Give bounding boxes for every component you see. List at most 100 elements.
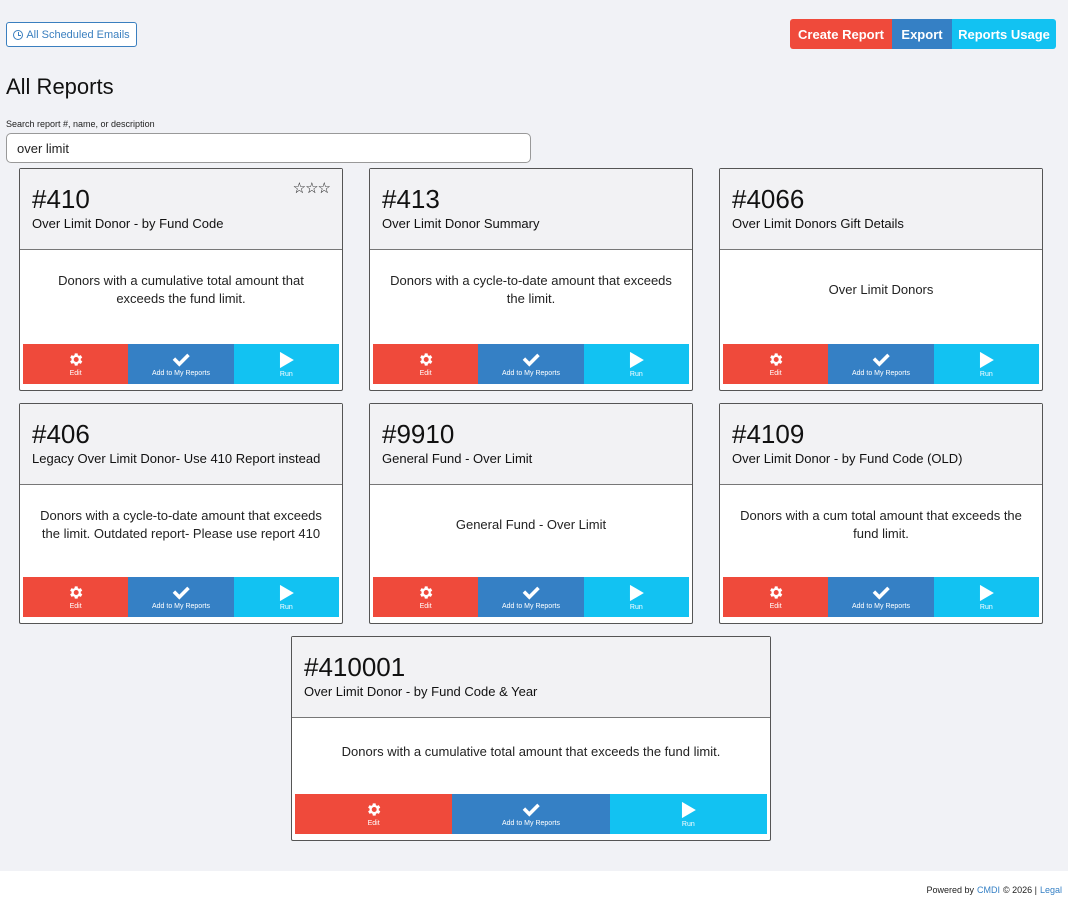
favorite-stars-icon[interactable]: ☆☆☆	[293, 179, 331, 197]
report-actions: Edit Add to My Reports Run	[723, 344, 1039, 384]
report-card-header: #406 Legacy Over Limit Donor- Use 410 Rep…	[20, 404, 342, 485]
report-description: Donors with a cum total amount that exce…	[740, 507, 1022, 541]
report-number: #4109	[732, 419, 805, 449]
report-card-header: #4109 Over Limit Donor - by Fund Code (OL…	[720, 404, 1042, 485]
report-card-header: #410001 Over Limit Donor - by Fund Code &…	[292, 637, 770, 718]
report-card[interactable]: #4066 Over Limit Donors Gift Details Over …	[719, 168, 1043, 391]
play-icon	[279, 584, 294, 601]
page-title: All Reports	[6, 74, 114, 99]
edit-button[interactable]: Edit	[723, 577, 829, 617]
report-name: Over Limit Donor - by Fund Code	[32, 216, 224, 231]
edit-button[interactable]: Edit	[373, 344, 479, 384]
gear-icon	[770, 353, 783, 366]
report-card[interactable]: #406 Legacy Over Limit Donor- Use 410 Rep…	[19, 403, 343, 624]
report-number: #4066	[732, 184, 805, 214]
run-button[interactable]: Run	[933, 577, 1039, 617]
legal-link[interactable]: Legal	[1040, 885, 1062, 895]
gear-icon	[770, 586, 783, 599]
report-description: Over Limit Donors	[828, 281, 934, 297]
report-card-header: #4066 Over Limit Donors Gift Details	[720, 169, 1042, 250]
report-card[interactable]: #410 Over Limit Donor - by Fund Code ☆☆☆ Do…	[19, 168, 343, 391]
report-card-header: #410 Over Limit Donor - by Fund Code ☆☆☆	[20, 169, 342, 250]
powered-by-text: Powered by	[926, 885, 974, 895]
run-button[interactable]: Run	[583, 344, 689, 384]
report-card[interactable]: #9910 General Fund - Over Limit General Fu…	[369, 403, 693, 624]
add-to-my-reports-button[interactable]: Add to My Reports	[478, 577, 584, 617]
edit-button[interactable]: Edit	[373, 577, 479, 617]
report-card-header: #9910 General Fund - Over Limit	[370, 404, 692, 485]
gear-icon	[420, 586, 433, 599]
report-card[interactable]: #410001 Over Limit Donor - by Fund Code &…	[291, 636, 771, 841]
add-to-my-reports-button[interactable]: Add to My Reports	[128, 577, 234, 617]
add-to-my-reports-label: Add to My Reports	[852, 370, 910, 377]
report-card-header: #413 Over Limit Donor Summary	[370, 169, 692, 250]
report-card[interactable]: #4109 Over Limit Donor - by Fund Code (OL…	[719, 403, 1043, 624]
edit-label: Edit	[769, 370, 782, 377]
run-label: Run	[979, 603, 993, 611]
report-number: #410	[32, 184, 90, 214]
edit-button[interactable]: Edit	[23, 577, 129, 617]
play-icon	[681, 801, 696, 818]
play-icon	[629, 351, 644, 368]
clock-icon	[13, 29, 24, 40]
edit-button[interactable]: Edit	[23, 344, 129, 384]
edit-label: Edit	[367, 820, 380, 827]
report-description: Donors with a cumulative total amount th…	[58, 272, 304, 306]
report-description: Donors with a cycle-to-date amount that …	[40, 507, 322, 541]
add-to-my-reports-button[interactable]: Add to My Reports	[128, 344, 234, 384]
report-description: Donors with a cumulative total amount th…	[341, 744, 721, 759]
top-action-group: Create Report Export Reports Usage	[790, 19, 1056, 49]
report-actions: Edit Add to My Reports Run	[723, 577, 1039, 617]
report-description: General Fund - Over Limit	[455, 516, 607, 532]
edit-label: Edit	[419, 370, 432, 377]
run-button[interactable]: Run	[233, 344, 339, 384]
gear-icon	[70, 586, 83, 599]
checkmark-icon	[522, 353, 540, 367]
export-button[interactable]: Export	[892, 19, 952, 49]
checkmark-icon	[872, 586, 890, 600]
all-scheduled-emails-label: All Scheduled Emails	[26, 28, 130, 41]
gear-icon	[70, 353, 83, 366]
run-button[interactable]: Run	[609, 794, 767, 834]
checkmark-icon	[172, 353, 190, 367]
run-button[interactable]: Run	[933, 344, 1039, 384]
run-label: Run	[979, 370, 993, 378]
report-name: Over Limit Donor Summary	[382, 216, 540, 231]
add-to-my-reports-label: Add to My Reports	[502, 370, 560, 377]
checkmark-icon	[522, 803, 540, 817]
edit-label: Edit	[769, 603, 782, 610]
edit-button[interactable]: Edit	[295, 794, 453, 834]
report-card[interactable]: #413 Over Limit Donor Summary Donors with …	[369, 168, 693, 391]
create-report-button[interactable]: Create Report	[790, 19, 892, 49]
report-actions: Edit Add to My Reports Run	[373, 344, 689, 384]
report-actions: Edit Add to My Reports Run	[23, 344, 339, 384]
report-name: Legacy Over Limit Donor- Use 410 Report …	[32, 451, 321, 466]
play-icon	[979, 351, 994, 368]
search-input[interactable]	[6, 133, 531, 163]
cmdi-link[interactable]: CMDI	[977, 885, 1000, 895]
run-label: Run	[279, 603, 293, 611]
report-name: General Fund - Over Limit	[382, 451, 533, 466]
checkmark-icon	[172, 586, 190, 600]
edit-label: Edit	[419, 603, 432, 610]
play-icon	[629, 584, 644, 601]
edit-label: Edit	[69, 370, 82, 377]
run-label: Run	[279, 370, 293, 378]
run-button[interactable]: Run	[233, 577, 339, 617]
add-to-my-reports-button[interactable]: Add to My Reports	[452, 794, 610, 834]
search-label: Search report #, name, or description	[6, 119, 155, 129]
add-to-my-reports-label: Add to My Reports	[502, 603, 560, 610]
report-number: #413	[382, 184, 440, 214]
add-to-my-reports-label: Add to My Reports	[152, 603, 210, 610]
add-to-my-reports-button[interactable]: Add to My Reports	[828, 344, 934, 384]
report-actions: Edit Add to My Reports Run	[295, 794, 767, 834]
add-to-my-reports-label: Add to My Reports	[852, 603, 910, 610]
run-button[interactable]: Run	[583, 577, 689, 617]
all-scheduled-emails-button[interactable]: All Scheduled Emails	[6, 22, 137, 47]
add-to-my-reports-button[interactable]: Add to My Reports	[828, 577, 934, 617]
gear-icon	[420, 353, 433, 366]
footer: Powered by CMDI © 2026 | Legal	[0, 871, 1068, 909]
add-to-my-reports-button[interactable]: Add to My Reports	[478, 344, 584, 384]
reports-usage-button[interactable]: Reports Usage	[952, 19, 1056, 49]
edit-button[interactable]: Edit	[723, 344, 829, 384]
